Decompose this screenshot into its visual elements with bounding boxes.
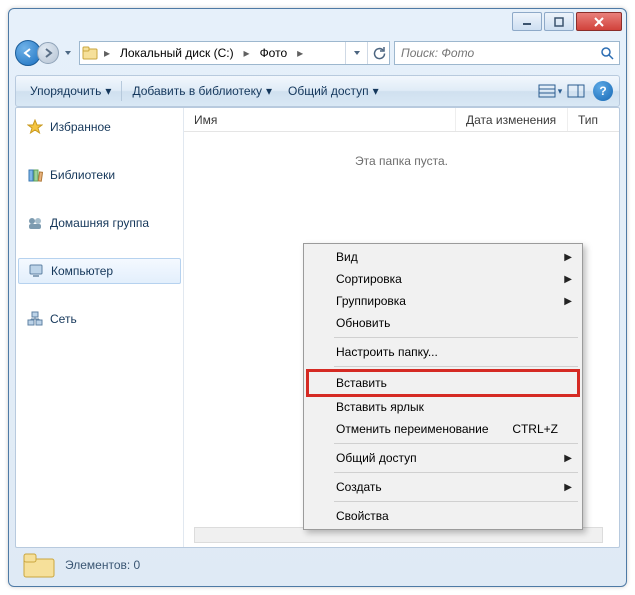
sidebar-item-label: Библиотеки xyxy=(50,168,115,182)
submenu-arrow-icon: ▶ xyxy=(564,274,572,285)
network-icon xyxy=(26,310,44,328)
column-headers: Имя Дата изменения Тип xyxy=(184,108,619,132)
menu-item-paste[interactable]: Вставить xyxy=(306,369,580,397)
help-button[interactable]: ? xyxy=(593,81,613,101)
search-icon[interactable] xyxy=(595,42,619,64)
submenu-arrow-icon: ▶ xyxy=(564,482,572,493)
share-button[interactable]: Общий доступ ▾ xyxy=(280,78,387,104)
nav-sidebar: Избранное Библиотеки Домашняя группа xyxy=(16,108,184,547)
titlebar xyxy=(9,9,626,37)
libraries-icon xyxy=(26,166,44,184)
menu-item-sort[interactable]: Сортировка ▶ xyxy=(306,268,580,290)
menu-item-view[interactable]: Вид ▶ xyxy=(306,246,580,268)
column-date[interactable]: Дата изменения xyxy=(456,108,568,131)
context-menu: Вид ▶ Сортировка ▶ Группировка ▶ Обновит… xyxy=(303,243,583,530)
status-bar: Элементов: 0 xyxy=(15,550,620,580)
menu-item-create[interactable]: Создать ▶ xyxy=(306,476,580,498)
separator xyxy=(334,472,578,473)
separator xyxy=(334,443,578,444)
explorer-window: ▸ Локальный диск (C:) ▸ Фото ▸ Упорядочи… xyxy=(8,8,627,587)
submenu-arrow-icon: ▶ xyxy=(564,296,572,307)
breadcrumb-segment[interactable]: Локальный диск (C:) xyxy=(114,42,240,64)
sidebar-item-libraries[interactable]: Библиотеки xyxy=(18,162,181,188)
preview-pane-button[interactable] xyxy=(563,78,589,104)
separator xyxy=(121,81,122,101)
menu-item-properties[interactable]: Свойства xyxy=(306,505,580,527)
nav-history-dropdown[interactable] xyxy=(61,43,75,63)
minimize-button[interactable] xyxy=(512,12,542,31)
sidebar-item-network[interactable]: Сеть xyxy=(18,306,181,332)
breadcrumb-segment[interactable]: Фото xyxy=(254,42,294,64)
chevron-down-icon: ▾ xyxy=(373,84,379,98)
toolbar-label: Добавить в библиотеку xyxy=(132,84,262,98)
add-to-library-button[interactable]: Добавить в библиотеку ▾ xyxy=(124,78,280,104)
submenu-arrow-icon: ▶ xyxy=(564,453,572,464)
sidebar-item-label: Избранное xyxy=(50,120,111,134)
computer-icon xyxy=(27,262,45,280)
chevron-down-icon: ▾ xyxy=(105,84,111,98)
separator xyxy=(334,366,578,367)
menu-item-share[interactable]: Общий доступ ▶ xyxy=(306,447,580,469)
refresh-button[interactable] xyxy=(367,42,389,64)
sidebar-item-homegroup[interactable]: Домашняя группа xyxy=(18,210,181,236)
toolbar: Упорядочить ▾ Добавить в библиотеку ▾ Об… xyxy=(15,75,620,107)
status-text: Элементов: 0 xyxy=(65,558,140,572)
breadcrumb-box[interactable]: ▸ Локальный диск (C:) ▸ Фото ▸ xyxy=(79,41,390,65)
maximize-button[interactable] xyxy=(544,12,574,31)
toolbar-label: Общий доступ xyxy=(288,84,369,98)
chevron-right-icon[interactable]: ▸ xyxy=(293,42,307,64)
separator xyxy=(334,337,578,338)
menu-item-group[interactable]: Группировка ▶ xyxy=(306,290,580,312)
sidebar-item-label: Сеть xyxy=(50,312,77,326)
sidebar-item-computer[interactable]: Компьютер xyxy=(18,258,181,284)
menu-item-customize[interactable]: Настроить папку... xyxy=(306,341,580,363)
scroll-right-icon[interactable] xyxy=(586,528,602,542)
organize-button[interactable]: Упорядочить ▾ xyxy=(22,78,119,104)
view-mode-button[interactable]: ▾ xyxy=(537,78,563,104)
search-input[interactable] xyxy=(395,42,595,64)
star-icon xyxy=(26,118,44,136)
separator xyxy=(334,501,578,502)
column-name[interactable]: Имя xyxy=(184,108,456,131)
close-button[interactable] xyxy=(576,12,622,31)
submenu-arrow-icon: ▶ xyxy=(564,252,572,263)
menu-item-undo-rename[interactable]: Отменить переименование CTRL+Z xyxy=(306,418,580,440)
sidebar-item-label: Компьютер xyxy=(51,264,113,278)
toolbar-label: Упорядочить xyxy=(30,84,101,98)
empty-folder-message: Эта папка пуста. xyxy=(184,132,619,190)
nav-buttons xyxy=(15,38,75,68)
sidebar-item-favorites[interactable]: Избранное xyxy=(18,114,181,140)
sidebar-item-label: Домашняя группа xyxy=(50,216,149,230)
homegroup-icon xyxy=(26,214,44,232)
menu-item-refresh[interactable]: Обновить xyxy=(306,312,580,334)
column-type[interactable]: Тип xyxy=(568,108,619,131)
search-box[interactable] xyxy=(394,41,620,65)
address-bar: ▸ Локальный диск (C:) ▸ Фото ▸ xyxy=(15,37,620,69)
chevron-right-icon[interactable]: ▸ xyxy=(240,42,254,64)
menu-item-paste-shortcut[interactable]: Вставить ярлык xyxy=(306,396,580,418)
folder-icon xyxy=(80,46,100,60)
shortcut-label: CTRL+Z xyxy=(512,422,558,436)
path-dropdown[interactable] xyxy=(345,42,367,64)
scroll-left-icon[interactable] xyxy=(195,528,211,542)
forward-button[interactable] xyxy=(37,42,59,64)
folder-icon xyxy=(21,550,57,580)
chevron-right-icon[interactable]: ▸ xyxy=(100,42,114,64)
chevron-down-icon: ▾ xyxy=(266,84,272,98)
